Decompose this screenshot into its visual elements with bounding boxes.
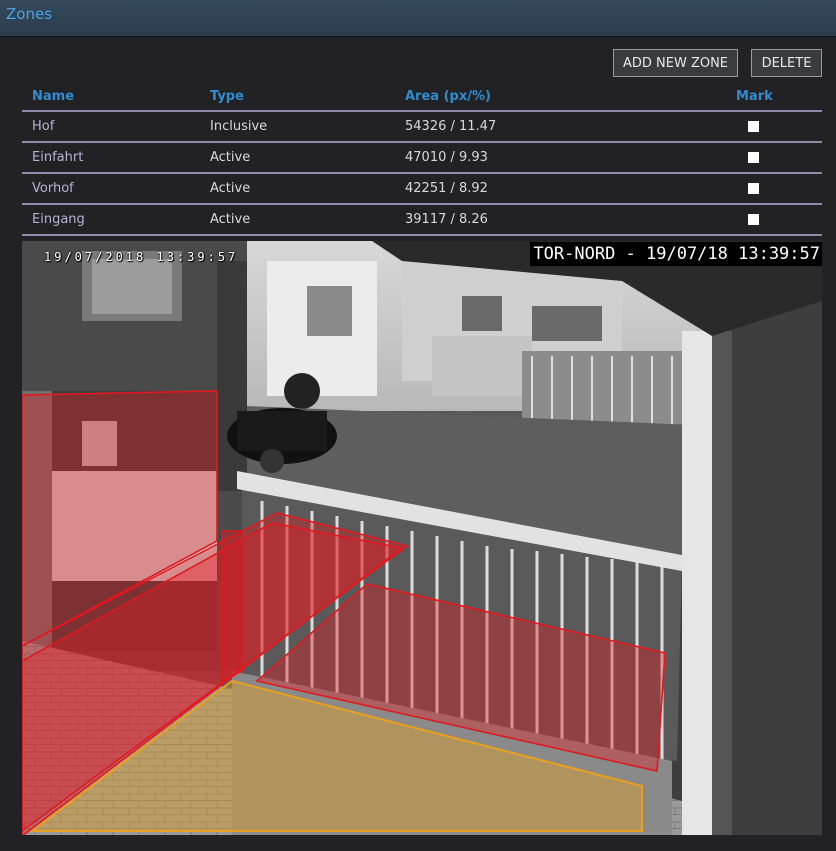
zone-area: 54326 / 11.47: [405, 119, 497, 134]
zone-name: Hof: [32, 119, 55, 134]
column-header-area[interactable]: Area (px/%): [405, 83, 491, 111]
column-header-name[interactable]: Name: [32, 83, 74, 111]
osd-date-overlay: 19/07/2018 13:39:57: [44, 250, 239, 264]
zone-type: Active: [210, 212, 251, 227]
zone-name: Einfahrt: [32, 150, 84, 165]
table-header: Name Type Area (px/%) Mark: [22, 83, 822, 112]
table-row[interactable]: Einfahrt Active 47010 / 9.93: [22, 143, 822, 174]
table-row[interactable]: Vorhof Active 42251 / 8.92: [22, 174, 822, 205]
zone-type: Active: [210, 181, 251, 196]
camera-view[interactable]: 19/07/2018 13:39:57 TOR-NORD - 19/07/18 …: [22, 241, 822, 835]
title-bar: Zones: [0, 0, 836, 37]
mark-checkbox[interactable]: [748, 152, 759, 163]
mark-checkbox[interactable]: [748, 183, 759, 194]
mark-checkbox[interactable]: [748, 214, 759, 225]
zone-name: Vorhof: [32, 181, 74, 196]
zone-type: Inclusive: [210, 119, 268, 134]
osd-camera-label: TOR-NORD - 19/07/18 13:39:57: [530, 242, 822, 266]
zone-type: Active: [210, 150, 251, 165]
table-row[interactable]: Hof Inclusive 54326 / 11.47: [22, 112, 822, 143]
zone-area: 39117 / 8.26: [405, 212, 488, 227]
delete-button[interactable]: DELETE: [751, 49, 822, 77]
zone-area: 42251 / 8.92: [405, 181, 488, 196]
column-header-mark[interactable]: Mark: [736, 83, 773, 111]
add-new-zone-button[interactable]: ADD NEW ZONE: [613, 49, 738, 77]
mark-checkbox[interactable]: [748, 121, 759, 132]
zone-area: 47010 / 9.93: [405, 150, 488, 165]
window-title: Zones: [6, 5, 53, 23]
table-row[interactable]: Eingang Active 39117 / 8.26: [22, 205, 822, 236]
camera-image: [22, 241, 822, 835]
zones-table: Name Type Area (px/%) Mark Hof Inclusive…: [22, 83, 822, 236]
column-header-type[interactable]: Type: [210, 83, 244, 111]
zone-name: Eingang: [32, 212, 85, 227]
